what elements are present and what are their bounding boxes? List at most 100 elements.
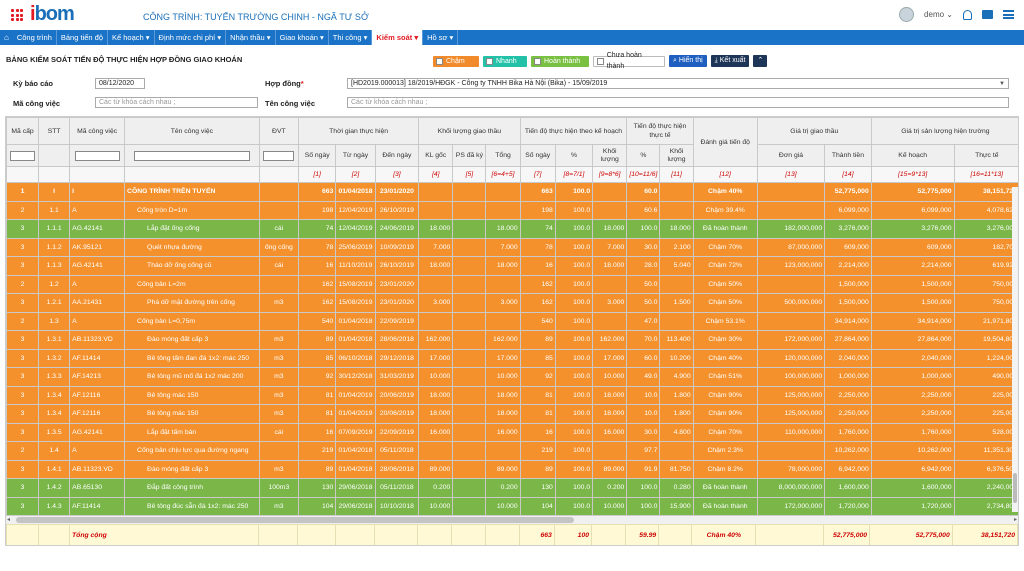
filter-input[interactable] (74, 150, 120, 161)
work-code-input[interactable]: Các từ khóa cách nhau ; (95, 97, 258, 108)
col-plan-days[interactable]: Số ngày (519, 144, 556, 167)
table-row[interactable]: 3 1.3.4 AF.12116 Bê tông mác 150 m3 81 01/04/2… (6, 404, 1018, 424)
col-plan-pct[interactable]: % (554, 144, 594, 167)
col-stt[interactable]: STT (38, 117, 71, 145)
table-row[interactable]: 3 1.4.1 AB.11323.VD Đào móng đất cấp 3 m3 89 0… (6, 459, 1018, 479)
col-name[interactable]: Tên công việc (124, 117, 260, 145)
scroll-right-icon[interactable]: ▸ (1014, 516, 1017, 523)
col-amount[interactable]: Thành tiền (824, 144, 872, 167)
scroll-left-icon[interactable]: ◂ (7, 516, 10, 523)
col-level[interactable]: Mã cấp (6, 117, 40, 145)
nav-item-active[interactable]: Kiểm soát ▾ (372, 30, 424, 45)
col-actual-qty[interactable]: Khối lượng (659, 144, 694, 167)
col-qty-total[interactable]: Tổng (485, 144, 521, 167)
scroll-thumb[interactable] (16, 517, 574, 523)
horizontal-scrollbar[interactable]: ◂ ▸ (6, 515, 1018, 524)
filter-input[interactable] (133, 150, 251, 161)
period-input[interactable]: 08/12/2020 (95, 78, 145, 89)
col-qty-orig[interactable]: KL gốc (418, 144, 454, 167)
scroll-thumb[interactable] (1013, 473, 1017, 503)
col-unit[interactable]: ĐVT (258, 117, 300, 145)
col-plan-qty[interactable]: Khối lượng (592, 144, 628, 167)
nav-item[interactable]: Định mức chi phí ▾ (155, 30, 227, 45)
table-cell: Lắp đặt tấm bản (124, 422, 260, 442)
flag-icon[interactable] (982, 10, 993, 19)
checkbox[interactable] (436, 57, 443, 65)
nav-item[interactable]: Thi công ▾ (329, 30, 373, 45)
table-row[interactable]: 2 1.4 A Cống bản chịu lực qua đường ngang 21… (6, 441, 1018, 461)
col-time-from[interactable]: Từ ngày (335, 144, 376, 167)
export-button[interactable]: ⤓ Kết xuất (710, 55, 750, 67)
table-cell: m3 (258, 367, 300, 387)
vertical-scrollbar[interactable] (1012, 187, 1018, 512)
contract-select[interactable]: [HD2019.000013] 18/2019/HĐGK - Công ty T… (347, 78, 1009, 89)
table-row[interactable]: 3 1.3.1 AB.11323.VD Đào móng đất cấp 3 m3 89 0… (6, 330, 1018, 350)
table-cell: 125,000,000 (756, 404, 826, 424)
table-cell: 78 (519, 237, 556, 257)
col-prod-actual[interactable]: Thực tế (953, 144, 1018, 167)
table-row[interactable]: 3 1.1.1 AG.42141 Lắp đặt ống cống cái 74 12/04… (6, 219, 1018, 239)
col-prod-plan[interactable]: Kế hoạch (870, 144, 955, 167)
table-row[interactable]: 2 1.1 A Cống tròn D=1m 198 12/04/2019 26/10/20… (6, 200, 1018, 220)
col-time-days[interactable]: Số ngày (298, 144, 337, 167)
table-row[interactable]: 3 1.3.3 AF.14213 Bê tông mũ mố đá 1x2 mác 2… (6, 367, 1018, 387)
table-cell: Bê tông mác 150 (124, 385, 260, 405)
table-cell: 100.0 (554, 274, 594, 294)
filter-undone[interactable]: Chưa hoàn thành (593, 52, 665, 70)
app-logo[interactable]: ibom (30, 3, 75, 26)
col-code[interactable]: Mã công việc (69, 117, 126, 145)
apps-grid-icon[interactable] (11, 9, 23, 21)
table-cell: 100.0 (554, 330, 594, 350)
checkbox[interactable] (534, 57, 541, 65)
table-row[interactable]: 1 I I CÔNG TRÌNH TRÊN TUYẾN 663 01/04/2018 23/… (6, 182, 1018, 202)
col-actual-pct[interactable]: % (626, 144, 661, 167)
table-cell: 17.000 (485, 348, 521, 368)
show-button[interactable]: ⌕ Hiển thị (669, 55, 707, 67)
table-row[interactable]: 3 1.1.3 AG.42141 Tháo dỡ ống cống cũ cái 16 11… (6, 256, 1018, 276)
col-time-to[interactable]: Đến ngày (374, 144, 420, 167)
home-icon[interactable]: ⌂ (4, 33, 9, 42)
checkbox[interactable] (486, 57, 493, 65)
col-qty-add[interactable]: PS đã ký (452, 144, 487, 167)
col-eval[interactable]: Đánh giá tiến độ (692, 117, 758, 167)
table-cell: cái (258, 422, 300, 442)
filter-input[interactable] (10, 150, 35, 161)
table-row[interactable]: 3 1.4.2 AB.65130 Đắp đất công trình 100m3 130… (6, 478, 1018, 498)
table-cell: Đắp đất công trình (124, 478, 260, 498)
collapse-button[interactable]: ⌃ (753, 55, 768, 67)
filter-done[interactable]: Hoàn thành (531, 55, 589, 67)
nav-item[interactable]: Giao khoán ▾ (276, 30, 329, 45)
table-row[interactable]: 3 1.3.5 AG.42141 Lắp đặt tấm bản cái 16 07/09/… (6, 422, 1018, 442)
user-name[interactable]: demo ⌄ (924, 10, 953, 19)
table-row[interactable]: 3 1.3.2 AF.11414 Bê tông tấm đan đá 1x2: má… (6, 348, 1018, 368)
table-cell: 81 (298, 404, 337, 424)
filter-cell (124, 144, 260, 167)
table-row[interactable]: 3 1.4.3 AF.11414 Bê tông đúc sẵn đá 1x2: má… (6, 496, 1018, 516)
table-cell: 89.000 (418, 459, 454, 479)
checkbox[interactable] (597, 57, 604, 65)
table-cell: Chậm 53.1% (692, 311, 758, 331)
menu-icon[interactable] (1003, 10, 1014, 19)
table-cell (452, 200, 487, 220)
nav-item[interactable]: Bảng tiến độ (57, 30, 108, 45)
work-name-input[interactable]: Các từ khóa cách nhau ; (347, 97, 1009, 108)
table-cell: 2,214,000 (824, 256, 872, 276)
filter-fast[interactable]: Nhanh (483, 55, 527, 67)
nav-item[interactable]: Hồ sơ ▾ (423, 30, 459, 45)
table-row[interactable]: 3 1.1.2 AK.95121 Quét nhựa đường ống cống 78 2… (6, 237, 1018, 257)
table-cell: 100.0 (554, 385, 594, 405)
table-cell: 29/06/2018 (335, 496, 376, 516)
project-title: CÔNG TRÌNH: TUYẾN TRƯỜNG CHINH - NGÃ TƯ … (143, 12, 369, 22)
table-row[interactable]: 2 1.2 A Cống bản L=2m 162 15/08/2019 23/01/202… (6, 274, 1018, 294)
col-unit-price[interactable]: Đơn giá (756, 144, 826, 167)
avatar[interactable] (899, 7, 915, 22)
table-row[interactable]: 3 1.2.1 AA.21431 Phá dỡ mặt đường trên cống… (6, 293, 1018, 313)
filter-input[interactable] (263, 150, 295, 161)
table-row[interactable]: 2 1.3 A Cống bản L=0,75m 540 01/04/2018 22/09/… (6, 311, 1018, 331)
nav-item[interactable]: Công trình (13, 30, 57, 45)
bell-icon[interactable] (963, 9, 972, 20)
filter-late[interactable]: Chậm (433, 55, 479, 67)
nav-item[interactable]: Kế hoạch ▾ (108, 30, 155, 45)
table-row[interactable]: 3 1.3.4 AF.12116 Bê tông mác 150 m3 81 01/04/2… (6, 385, 1018, 405)
nav-item[interactable]: Nhận thầu ▾ (226, 30, 276, 45)
